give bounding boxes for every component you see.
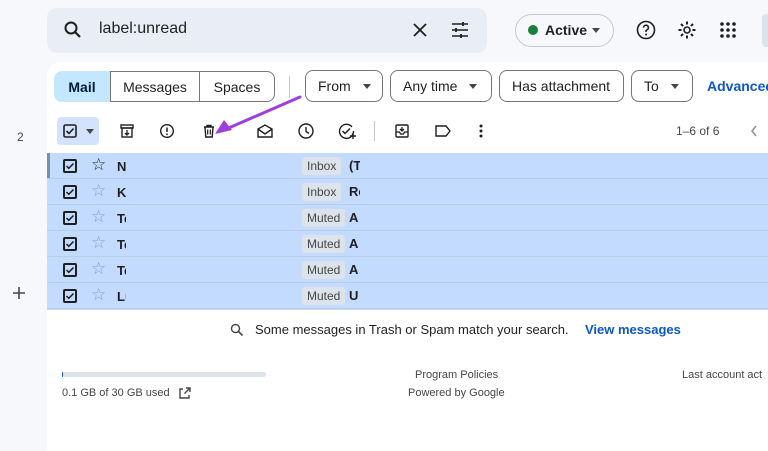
chevron-down-icon	[362, 83, 371, 89]
email-row[interactable]: ☆KInboxRe	[47, 179, 768, 205]
status-caret-icon	[592, 28, 600, 33]
trash-spam-notice: Some messages in Trash or Spam match you…	[255, 322, 569, 337]
email-row[interactable]: ☆LuMutedU	[47, 283, 768, 309]
help-icon[interactable]	[635, 19, 657, 41]
row-checkbox[interactable]	[63, 211, 77, 225]
storage-bar-fill	[62, 372, 64, 377]
email-subject: Re	[349, 184, 360, 199]
label-icon[interactable]	[431, 119, 455, 143]
view-messages-link[interactable]: View messages	[585, 322, 681, 337]
redaction-mask	[126, 179, 302, 205]
more-icon[interactable]	[469, 119, 493, 143]
email-subject: A	[349, 210, 359, 225]
tab-messages[interactable]: Messages	[110, 71, 200, 102]
email-subject: U	[349, 288, 359, 303]
storage-bar	[62, 372, 266, 377]
email-subject: A	[349, 262, 359, 277]
chevron-down-icon	[469, 83, 478, 89]
filter-to-label: To	[644, 78, 659, 94]
account-avatar-edge[interactable]	[762, 14, 768, 47]
email-list: ☆NInbox(Te☆KInboxRe☆TeMutedA☆TeMutedA☆Te…	[47, 153, 768, 310]
row-checkbox[interactable]	[63, 185, 77, 199]
pagination-count: 1–6 of 6	[676, 124, 720, 138]
apps-grid-icon[interactable]	[717, 19, 739, 41]
email-row[interactable]: ☆NInbox(Te	[47, 153, 768, 179]
open-external-icon[interactable]	[178, 386, 192, 400]
redaction-mask	[126, 257, 302, 283]
rail-number: 2	[17, 130, 24, 144]
email-subject: (Te	[349, 158, 360, 173]
status-dot	[528, 25, 538, 35]
filter-any-time-label: Any time	[403, 78, 458, 94]
filter-to-chip[interactable]: To	[631, 70, 693, 102]
snooze-icon[interactable]	[294, 119, 318, 143]
email-row[interactable]: ☆TeMutedA	[47, 257, 768, 283]
search-input[interactable]: label:unread	[99, 20, 187, 38]
email-label-badge[interactable]: Muted	[302, 209, 346, 227]
archive-icon[interactable]	[115, 119, 139, 143]
add-to-tasks-icon[interactable]	[335, 119, 359, 143]
powered-by-google: Powered by Google	[408, 387, 505, 399]
select-all-checkbox-icon[interactable]	[63, 124, 77, 138]
star-icon[interactable]: ☆	[91, 207, 106, 227]
email-label-badge[interactable]: Muted	[302, 261, 346, 279]
row-checkbox[interactable]	[63, 289, 77, 303]
email-label-badge[interactable]: Muted	[302, 235, 346, 253]
select-caret-icon[interactable]	[86, 129, 94, 134]
left-rail	[0, 0, 46, 451]
star-icon[interactable]: ☆	[91, 155, 106, 175]
row-divider	[47, 308, 768, 309]
filter-from-label: From	[318, 78, 351, 94]
chevron-down-icon	[670, 83, 679, 89]
filter-from-chip[interactable]: From	[305, 70, 383, 102]
email-row[interactable]: ☆TeMutedA	[47, 231, 768, 257]
star-icon[interactable]: ☆	[91, 285, 106, 305]
star-icon[interactable]: ☆	[91, 181, 106, 201]
plus-icon[interactable]	[10, 284, 28, 302]
last-account-activity: Last account act	[682, 369, 763, 381]
redaction-mask	[126, 153, 302, 179]
search-options-icon[interactable]	[449, 19, 471, 41]
redaction-mask	[126, 205, 302, 231]
filter-any-time-chip[interactable]: Any time	[390, 70, 492, 102]
email-label-badge[interactable]: Inbox	[302, 157, 342, 175]
row-checkbox[interactable]	[63, 159, 77, 173]
search-icon	[230, 323, 244, 342]
row-checkbox[interactable]	[63, 263, 77, 277]
email-row[interactable]: ☆TeMutedA	[47, 205, 768, 231]
redaction-mask	[126, 283, 302, 309]
email-label-badge[interactable]: Muted	[302, 287, 346, 305]
star-icon[interactable]: ☆	[91, 233, 106, 253]
row-checkbox[interactable]	[63, 237, 77, 251]
search-icon[interactable]	[62, 19, 84, 41]
email-label-badge[interactable]: Inbox	[302, 183, 342, 201]
advanced-search-link[interactable]: Advanced	[707, 78, 768, 94]
program-policies-link[interactable]: Program Policies	[415, 369, 498, 381]
storage-usage: 0.1 GB of 30 GB used	[62, 387, 170, 399]
email-subject: A	[349, 236, 359, 251]
status-label: Active	[545, 22, 588, 38]
star-icon[interactable]: ☆	[91, 259, 106, 279]
clear-search-icon[interactable]	[409, 19, 431, 41]
filter-has-attachment-chip[interactable]: Has attachment	[499, 70, 624, 102]
filter-has-attachment-label: Has attachment	[512, 78, 611, 94]
move-to-icon[interactable]	[390, 119, 414, 143]
tab-mail[interactable]: Mail	[54, 71, 110, 102]
report-spam-icon[interactable]	[155, 119, 179, 143]
mark-as-read-icon[interactable]	[253, 119, 277, 143]
redaction-mask	[126, 231, 302, 257]
chevron-left-icon[interactable]	[749, 124, 759, 138]
toolbar-divider	[374, 121, 375, 141]
settings-gear-icon[interactable]	[676, 19, 698, 41]
